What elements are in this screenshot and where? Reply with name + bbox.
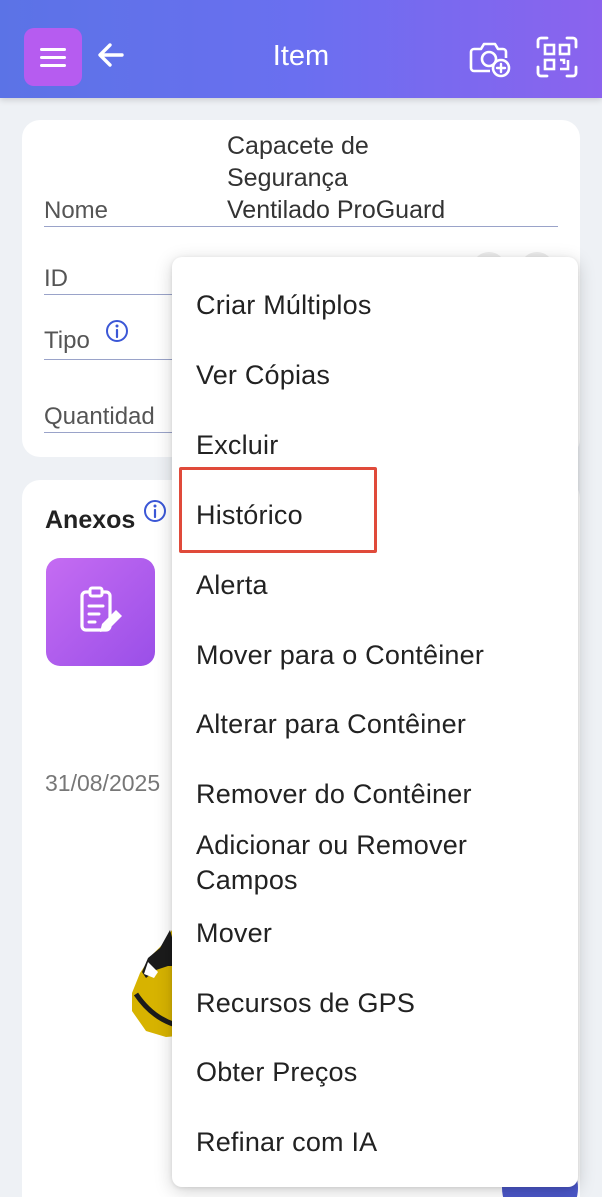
menu-item-excluir[interactable]: Excluir bbox=[196, 430, 278, 461]
menu-item-remover-do-conteiner[interactable]: Remover do Contêiner bbox=[196, 779, 472, 810]
quantity-label: Quantidad bbox=[44, 403, 155, 430]
item-name-value[interactable]: Capacete de Segurança Ventilado ProGuard bbox=[227, 130, 445, 226]
overflow-menu: Criar Múltiplos Ver Cópias Excluir Histó… bbox=[172, 257, 578, 1187]
attachment-date: 31/08/2025 bbox=[45, 770, 161, 796]
qr-scan-icon[interactable] bbox=[535, 35, 579, 79]
item-name-line: Capacete de bbox=[227, 132, 369, 160]
info-icon[interactable] bbox=[105, 319, 129, 343]
type-field-underline bbox=[44, 359, 174, 360]
menu-item-adicionar-remover-campos[interactable]: Adicionar ou Remover Campos bbox=[196, 828, 556, 898]
attachments-title: Anexos bbox=[45, 506, 136, 534]
menu-item-alerta[interactable]: Alerta bbox=[196, 570, 268, 601]
id-field-underline bbox=[44, 294, 174, 295]
menu-item-mover[interactable]: Mover bbox=[196, 918, 272, 949]
note-edit-icon bbox=[80, 586, 122, 632]
menu-item-ver-copias[interactable]: Ver Cópias bbox=[196, 360, 330, 391]
info-icon[interactable] bbox=[143, 499, 167, 523]
camera-add-icon[interactable] bbox=[468, 35, 512, 79]
item-name-line: Segurança bbox=[227, 164, 348, 192]
menu-item-criar-multiplos[interactable]: Criar Múltiplos bbox=[196, 290, 372, 321]
menu-item-refinar-com-ia[interactable]: Refinar com IA bbox=[196, 1127, 377, 1158]
name-field-underline bbox=[44, 226, 558, 227]
type-label: Tipo bbox=[44, 327, 90, 354]
add-note-button[interactable] bbox=[46, 558, 155, 666]
quantity-field-underline bbox=[44, 432, 174, 433]
id-label: ID bbox=[44, 265, 68, 292]
menu-item-mover-para-conteiner[interactable]: Mover para o Contêiner bbox=[196, 640, 484, 671]
menu-item-historico[interactable]: Histórico bbox=[196, 500, 303, 531]
name-label: Nome bbox=[44, 197, 109, 224]
menu-item-alterar-para-conteiner[interactable]: Alterar para Contêiner bbox=[196, 709, 466, 740]
item-name-line: Ventilado ProGuard bbox=[227, 196, 446, 224]
menu-item-recursos-gps[interactable]: Recursos de GPS bbox=[196, 988, 415, 1019]
menu-item-obter-precos[interactable]: Obter Preços bbox=[196, 1057, 357, 1088]
app-header: Item bbox=[0, 0, 602, 98]
